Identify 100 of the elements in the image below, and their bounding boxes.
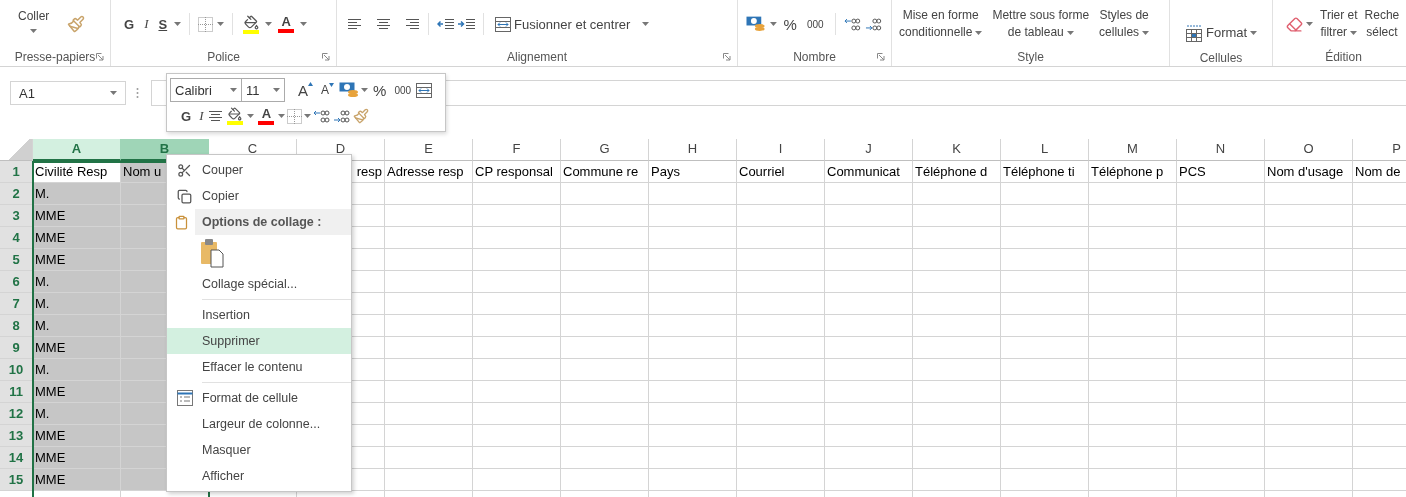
italic-button[interactable]: I [196,106,207,126]
indent-decrease-icon[interactable] [437,18,454,30]
caret-down-icon [329,83,335,87]
menu-item[interactable]: Collage spécial... [167,271,351,297]
caret-icon [273,88,280,92]
cell-format-icon [176,390,193,406]
italic-button[interactable]: I [141,14,152,34]
row-header[interactable]: 5 [0,249,33,271]
row-header[interactable]: 1 [0,161,33,183]
grow-font-button[interactable]: A [295,79,316,101]
column-header[interactable]: M [1089,139,1177,161]
fill-color-button[interactable] [225,106,246,126]
row-header[interactable]: 4 [0,227,33,249]
paste-icon[interactable] [200,238,224,268]
row-header[interactable]: 2 [0,183,33,205]
table-cell: MME [33,469,121,491]
percent-button[interactable]: % [370,79,390,101]
menu-item[interactable]: Format de cellule [167,385,351,411]
currency-icon[interactable] [339,82,360,98]
column-header[interactable]: H [649,139,737,161]
launcher-icon[interactable] [322,53,330,61]
column-header[interactable]: K [913,139,1001,161]
align-right-icon[interactable] [405,18,420,30]
row-header[interactable]: 13 [0,425,33,447]
column-header[interactable]: O [1265,139,1353,161]
row-header[interactable]: 6 [0,271,33,293]
thousands-button[interactable]: 000 [803,16,827,32]
increase-decimal-icon[interactable] [843,16,862,32]
currency-icon[interactable] [746,16,766,32]
caret-icon [769,22,777,26]
merge-cells-icon[interactable] [495,16,511,32]
row-header[interactable]: 8 [0,315,33,337]
menu-item[interactable]: Insertion [167,302,351,328]
caret-icon [230,88,237,92]
table-cell: M. [33,403,121,425]
bold-button[interactable]: G [178,106,195,126]
borders-icon[interactable] [287,108,303,124]
editing-button[interactable]: Trier et filtrer [1317,7,1361,41]
row-header[interactable]: 14 [0,447,33,469]
caret-icon [247,114,255,118]
group-label: Police [207,50,240,64]
row-header[interactable]: 15 [0,469,33,491]
column-header[interactable]: N [1177,139,1265,161]
column-header[interactable]: J [825,139,913,161]
column-header[interactable]: I [737,139,825,161]
borders-icon[interactable] [198,16,214,32]
increase-decimal-icon[interactable] [313,108,332,124]
shrink-font-button[interactable]: A [318,81,338,99]
row-header[interactable]: 11 [0,381,33,403]
thousands-button[interactable]: 000 [391,82,415,98]
menu-item[interactable]: Largeur de colonne... [167,411,351,437]
menu-item[interactable]: Copier [167,183,351,209]
menu-item[interactable]: Effacer le contenu [167,354,351,380]
row-header[interactable]: 7 [0,293,33,315]
row-header[interactable]: 3 [0,205,33,227]
align-center-icon[interactable] [208,110,224,122]
caret-icon [30,29,38,33]
column-header[interactable]: A [33,139,121,161]
style-button[interactable]: Mise en forme conditionnelle [896,7,986,41]
font-field[interactable]: Calibri [170,78,242,102]
column-header[interactable]: E [385,139,473,161]
font-color-button[interactable]: A [256,106,277,126]
menu-item[interactable]: Supprimer [167,328,351,354]
merge-center-button[interactable]: Fusionner et centrer [492,14,653,34]
fill-color-button[interactable] [241,13,262,35]
name-box[interactable]: A1 [10,81,126,105]
row-header[interactable]: 12 [0,403,33,425]
launcher-icon[interactable] [96,53,104,61]
decrease-decimal-icon[interactable] [333,108,352,124]
indent-increase-icon[interactable] [458,18,475,30]
row-header[interactable]: 9 [0,337,33,359]
row-header[interactable]: 10 [0,359,33,381]
table-cell: MME [33,227,121,249]
eraser-icon [1286,15,1303,33]
align-center-icon[interactable] [376,18,391,30]
font-size-field[interactable]: 11 [241,78,285,102]
underline-button[interactable]: S [155,14,171,34]
caret-icon [110,91,117,95]
percent-button[interactable]: % [780,13,800,35]
font-color-button[interactable]: A [276,14,297,34]
style-button[interactable]: Styles de cellules [1096,7,1153,41]
merge-cells-icon[interactable] [416,82,433,98]
menu-item[interactable]: Masquer [167,437,351,463]
group-label: Nombre [793,50,836,64]
align-left-icon[interactable] [347,18,362,30]
table-cell: MME [33,249,121,271]
format-button[interactable]: Format [1182,21,1261,44]
column-header[interactable]: F [473,139,561,161]
launcher-icon[interactable] [877,53,885,61]
group-label: Presse-papiers [14,50,96,64]
menu-item[interactable]: Afficher [167,463,351,489]
column-header[interactable]: G [561,139,649,161]
decrease-decimal-icon[interactable] [865,16,883,32]
copy-icon [177,188,192,204]
paste-button[interactable]: Coller [14,9,54,33]
column-header[interactable]: L [1001,139,1089,161]
launcher-icon[interactable] [723,53,731,61]
bold-button[interactable]: G [121,14,138,34]
style-button[interactable]: Mettre sous forme de tableau [989,7,1093,41]
editing-button[interactable]: Reche sélect [1361,7,1403,41]
